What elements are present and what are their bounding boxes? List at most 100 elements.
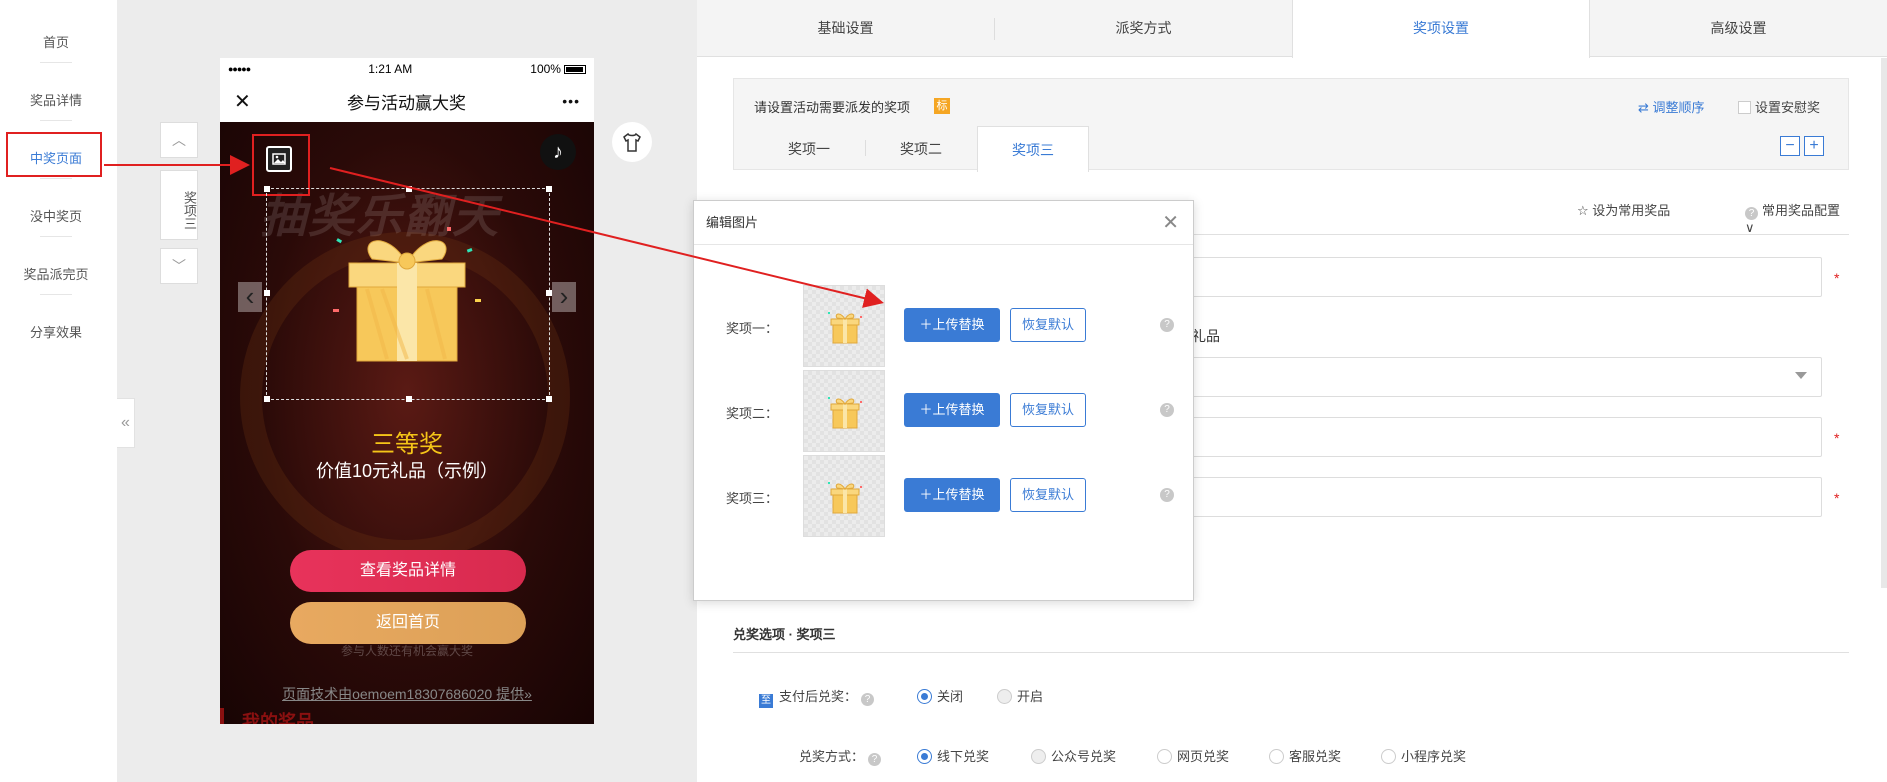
music-icon[interactable]: ♪	[540, 134, 576, 170]
tech-support-link[interactable]: 页面技术由oemoem18307686020 提供»	[220, 684, 594, 704]
prize-value-input[interactable]	[1174, 417, 1822, 457]
radio-label: 关闭	[937, 689, 964, 704]
nav-item-home[interactable]: 首页	[0, 32, 112, 51]
required-mark: *	[1834, 430, 1840, 446]
upload-replace-button[interactable]: ＋上传替换	[904, 478, 1000, 512]
favorite-prize-config-dropdown[interactable]: ? 常用奖品配置 ∨	[1745, 200, 1849, 236]
next-image-button[interactable]: ›	[552, 282, 576, 312]
radio-label: 客服兑奖	[1289, 749, 1342, 764]
nav-divider	[40, 236, 72, 237]
resize-handle[interactable]	[546, 186, 552, 192]
pay-redeem-label: 至支付后兑奖：?	[759, 686, 875, 708]
shirt-icon[interactable]	[612, 122, 652, 162]
nav-item-prize-detail[interactable]: 奖品详情	[0, 90, 112, 109]
prize-2-thumbnail[interactable]	[803, 370, 885, 452]
resize-handle[interactable]	[546, 396, 552, 402]
nav-item-no-win-page[interactable]: 没中奖页	[0, 206, 112, 225]
prize-type-select[interactable]	[1174, 357, 1822, 397]
subtab-prize-2[interactable]: 奖项二	[866, 126, 976, 172]
redeem-offline-radio[interactable]: 线下兑奖	[917, 746, 989, 765]
radio-label: 公众号兑奖	[1051, 749, 1117, 764]
radio-icon[interactable]	[1157, 749, 1172, 764]
subtab-prize-3[interactable]: 奖项三	[977, 126, 1089, 172]
nav-item-share-effect[interactable]: 分享效果	[0, 322, 112, 341]
radio-label: 网页兑奖	[1177, 749, 1230, 764]
help-icon[interactable]: ?	[1160, 488, 1174, 502]
tag-badge: 标	[934, 98, 950, 114]
scrollbar[interactable]	[1881, 58, 1887, 588]
help-icon[interactable]: ?	[1160, 403, 1174, 417]
restore-default-button[interactable]: 恢复默认	[1010, 393, 1086, 427]
redeem-customer-service-radio[interactable]: 客服兑奖	[1269, 746, 1341, 765]
radio-label: 开启	[1017, 689, 1044, 704]
resize-handle[interactable]	[406, 186, 412, 192]
close-icon[interactable]: ✕	[1162, 201, 1179, 245]
gift-image-selection[interactable]	[264, 186, 552, 402]
prize-name-input[interactable]	[1174, 257, 1822, 297]
restore-default-button[interactable]: 恢复默认	[1010, 308, 1086, 342]
prize-config-box: 请设置活动需要派发的奖项 标 ⇄ 调整顺序 设置安慰奖 奖项一 奖项二 奖项三 …	[733, 78, 1849, 172]
prize-quantity-input[interactable]	[1174, 477, 1822, 517]
prev-prize-button[interactable]: ︿	[160, 122, 198, 158]
radio-icon[interactable]	[917, 749, 932, 764]
nav-divider	[40, 178, 72, 179]
set-favorite-prize-button[interactable]: ☆ 设为常用奖品	[1577, 200, 1670, 219]
checkbox-icon[interactable]	[1738, 101, 1751, 114]
dialog-header: 编辑图片 ✕	[694, 201, 1193, 245]
phone-preview: ●●●●● 1:21 AM 100% ✕ 参与活动赢大奖 ••• 抽奖乐翻天 ♪…	[220, 58, 594, 724]
winning-page-canvas: 抽奖乐翻天 ♪ ‹ › 三等奖 价值10元礼品（示例） 查看奖品详情 返回首页 …	[220, 122, 594, 724]
upload-replace-button[interactable]: ＋上传替换	[904, 393, 1000, 427]
redeem-official-account-radio[interactable]: 公众号兑奖	[1031, 746, 1116, 765]
my-prize-heading: 我的奖品	[220, 708, 314, 724]
redeem-web-radio[interactable]: 网页兑奖	[1157, 746, 1229, 765]
radio-icon[interactable]	[997, 689, 1012, 704]
edit-image-icon[interactable]	[266, 146, 292, 172]
help-icon[interactable]: ?	[1160, 318, 1174, 332]
help-icon[interactable]: ?	[861, 693, 875, 706]
prev-image-button[interactable]: ‹	[238, 282, 262, 312]
back-home-button[interactable]: 返回首页	[290, 602, 526, 644]
redeem-mini-program-radio[interactable]: 小程序兑奖	[1381, 746, 1466, 765]
resize-handle[interactable]	[264, 290, 270, 296]
close-icon[interactable]: ✕	[234, 89, 251, 114]
pay-redeem-off-radio[interactable]: 关闭	[917, 686, 963, 705]
tab-basic-settings[interactable]: 基础设置	[697, 0, 994, 57]
add-prize-button[interactable]: +	[1804, 136, 1824, 156]
resize-handle[interactable]	[406, 396, 412, 402]
chevron-down-icon	[1795, 372, 1807, 379]
subtab-prize-1[interactable]: 奖项一	[754, 126, 864, 172]
collapse-sidebar-button[interactable]: «	[117, 398, 135, 448]
consolation-prize-checkbox[interactable]: 设置安慰奖	[1738, 97, 1820, 116]
help-icon[interactable]: ?	[868, 753, 882, 766]
resize-handle[interactable]	[264, 396, 270, 402]
more-icon[interactable]: •••	[562, 93, 580, 109]
gift-thumbnail-icon	[828, 312, 862, 344]
nav-item-prize-exhausted-page[interactable]: 奖品派完页	[0, 264, 112, 283]
battery-icon	[563, 65, 586, 75]
pay-redeem-on-radio[interactable]: 开启	[997, 686, 1043, 705]
dialog-title: 编辑图片	[706, 215, 759, 230]
next-prize-button[interactable]: ﹀	[160, 248, 198, 284]
adjust-order-link[interactable]: ⇄ 调整顺序	[1638, 97, 1705, 116]
radio-icon[interactable]	[1381, 749, 1396, 764]
restore-default-button[interactable]: 恢复默认	[1010, 478, 1086, 512]
radio-label: 小程序兑奖	[1401, 749, 1467, 764]
resize-handle[interactable]	[264, 186, 270, 192]
battery-percent: 100%	[530, 62, 561, 76]
prize-3-thumbnail[interactable]	[803, 455, 885, 537]
upload-replace-button[interactable]: ＋上传替换	[904, 308, 1000, 342]
prize-2-label: 奖项二：	[726, 406, 779, 421]
tab-advanced-settings[interactable]: 高级设置	[1590, 0, 1887, 57]
radio-icon[interactable]	[1269, 749, 1284, 764]
edit-image-dialog: 编辑图片 ✕ 奖项一： ＋上传替换 恢复默认 ? 奖项二： ＋上传替换 恢复默认…	[693, 200, 1194, 601]
resize-handle[interactable]	[546, 290, 552, 296]
radio-icon[interactable]	[917, 689, 932, 704]
remove-prize-button[interactable]: −	[1780, 136, 1800, 156]
view-prize-detail-button[interactable]: 查看奖品详情	[290, 550, 526, 592]
current-prize-indicator: 奖项三	[160, 170, 198, 240]
tab-award-method[interactable]: 派奖方式	[995, 0, 1292, 57]
prize-3-label: 奖项三：	[726, 491, 779, 506]
prize-1-thumbnail[interactable]	[803, 285, 885, 367]
radio-icon[interactable]	[1031, 749, 1046, 764]
tab-prize-settings[interactable]: 奖项设置	[1292, 0, 1590, 58]
